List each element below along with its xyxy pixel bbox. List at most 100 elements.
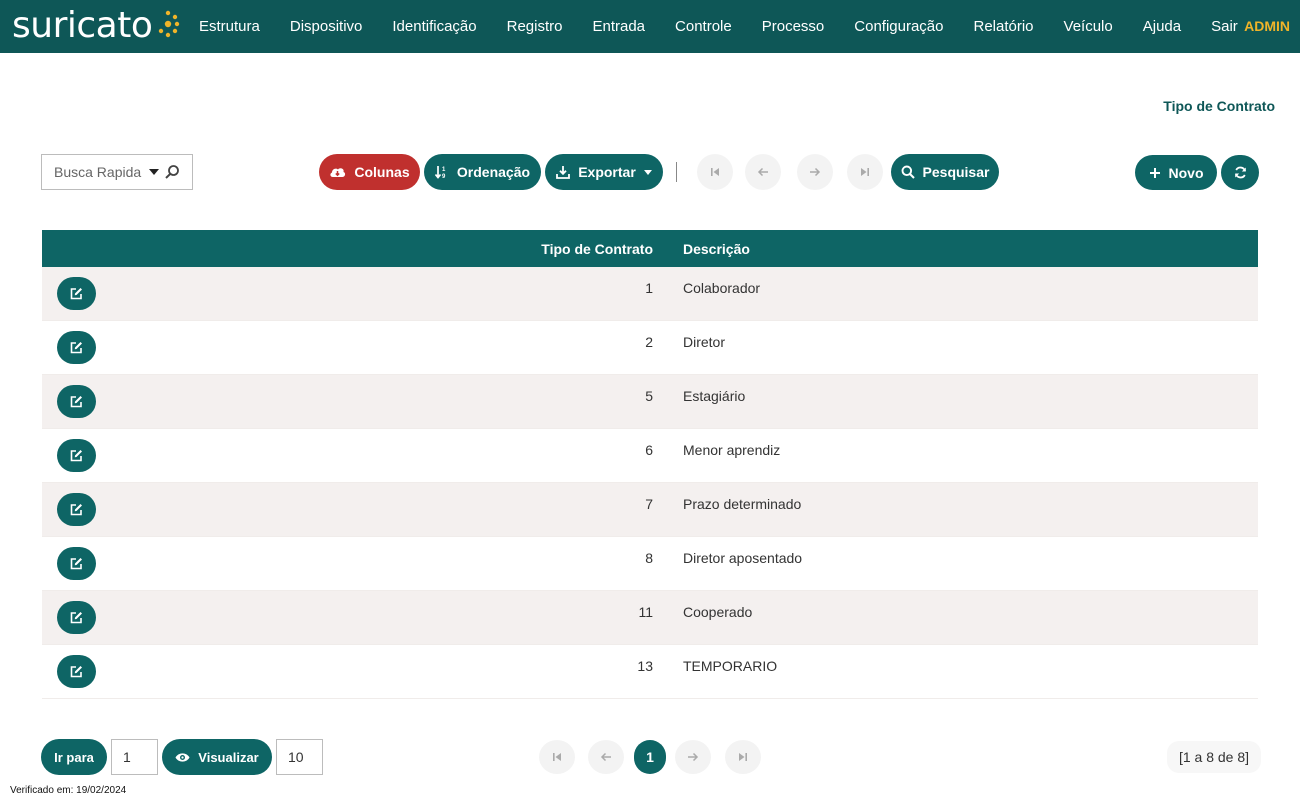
new-button[interactable]: Novo (1135, 155, 1217, 190)
edit-button[interactable] (57, 493, 96, 526)
edit-button[interactable] (57, 655, 96, 688)
first-page-icon (711, 168, 719, 176)
column-header-code[interactable]: Tipo de Contrato (541, 241, 653, 257)
nav-item-estrutura[interactable]: Estrutura (184, 18, 275, 35)
view-label: Visualizar (198, 749, 259, 765)
edit-icon (70, 342, 82, 354)
new-label: Novo (1168, 164, 1204, 181)
cell-description: Diretor aposentado (683, 550, 803, 566)
page-title: Tipo de Contrato (1163, 98, 1275, 114)
edit-icon (70, 288, 82, 300)
columns-label: Colunas (354, 164, 410, 180)
table-row[interactable]: 7 Prazo determinado (42, 483, 1258, 537)
cell-code: 8 (645, 550, 653, 566)
edit-button[interactable] (57, 547, 96, 580)
cell-code: 2 (645, 334, 653, 350)
search-label: Pesquisar (922, 164, 990, 180)
edit-button[interactable] (57, 331, 96, 364)
edit-button[interactable] (57, 385, 96, 418)
prev-button[interactable] (745, 154, 781, 190)
first-page-icon (553, 753, 561, 761)
caret-down-icon (643, 169, 652, 175)
pager-last-button[interactable] (725, 740, 761, 774)
goto-page-input[interactable]: 1 (111, 739, 158, 775)
nav-item-configuracao[interactable]: Configuração (839, 18, 958, 35)
table-row[interactable]: 8 Diretor aposentado (42, 537, 1258, 591)
nav-item-dispositivo[interactable]: Dispositivo (275, 18, 378, 35)
prev-icon (757, 167, 768, 177)
cell-code: 13 (637, 658, 653, 674)
export-label: Exportar (578, 164, 636, 180)
nav-item-controle[interactable]: Controle (660, 18, 747, 35)
nav-item-processo[interactable]: Processo (747, 18, 840, 35)
edit-button[interactable] (57, 277, 96, 310)
cell-description: Menor aprendiz (683, 442, 781, 458)
cell-code: 11 (638, 604, 653, 620)
table-row[interactable]: 11 Cooperado (42, 591, 1258, 645)
table-header: Tipo de Contrato Descrição (42, 230, 1258, 267)
table-row[interactable]: 5 Estagiário (42, 375, 1258, 429)
edit-icon (70, 612, 82, 624)
cell-description: Prazo determinado (683, 496, 802, 512)
export-button[interactable]: Exportar (545, 154, 663, 190)
search-icon[interactable] (164, 164, 180, 180)
edit-button[interactable] (57, 439, 96, 472)
next-icon (810, 167, 821, 177)
cell-description: Colaborador (683, 280, 761, 296)
nav-item-relatorio[interactable]: Relatório (959, 18, 1049, 35)
cell-description: Estagiário (683, 388, 746, 404)
contract-type-table: Tipo de Contrato Descrição 1 Colaborador… (42, 230, 1258, 699)
column-header-description[interactable]: Descrição (683, 241, 750, 257)
sort-icon: 1 9 (434, 166, 446, 179)
quick-search-input[interactable]: Busca Rapida (41, 154, 193, 190)
edit-icon (70, 450, 82, 462)
table-row[interactable]: 1 Colaborador (42, 267, 1258, 321)
next-icon (688, 752, 699, 762)
refresh-icon (1234, 166, 1246, 179)
goto-page-button[interactable]: Ir para (41, 739, 107, 775)
cell-description: Diretor (683, 334, 726, 350)
search-button[interactable]: Pesquisar (891, 154, 999, 190)
pager-first-button[interactable] (539, 740, 575, 774)
pager-prev-button[interactable] (588, 740, 624, 774)
table-row[interactable]: 13 TEMPORARIO (42, 645, 1258, 699)
logo[interactable]: suricato (12, 5, 180, 47)
cell-description: TEMPORARIO (683, 658, 778, 674)
pager-next-button[interactable] (675, 740, 711, 774)
logo-dots-icon (159, 10, 180, 38)
edit-icon (70, 558, 82, 570)
search-icon (901, 165, 915, 179)
plus-icon (1149, 167, 1160, 178)
logo-text: suricato (12, 5, 153, 46)
edit-button[interactable] (57, 601, 96, 634)
nav-item-entrada[interactable]: Entrada (577, 18, 660, 35)
prev-icon (600, 752, 611, 762)
columns-button[interactable]: Colunas (319, 154, 420, 190)
table-row[interactable]: 6 Menor aprendiz (42, 429, 1258, 483)
page-size-input[interactable]: 10 (276, 739, 323, 775)
sort-label: Ordenação (456, 164, 531, 180)
edit-icon (70, 396, 82, 408)
eye-icon (175, 752, 190, 762)
sort-button[interactable]: 1 9 Ordenação (424, 154, 541, 190)
quick-search-placeholder: Busca Rapida (54, 164, 142, 180)
nav-item-ajuda[interactable]: Ajuda (1128, 18, 1196, 35)
user-menu[interactable]: ADMIN (1244, 18, 1290, 34)
edit-icon (70, 666, 82, 678)
goto-page-label: Ir para (54, 749, 94, 765)
top-navbar: suricato Estrutura Dispositivo Identific… (0, 0, 1300, 53)
cell-code: 5 (645, 388, 653, 404)
main-menu: Estrutura Dispositivo Identificação Regi… (184, 0, 1253, 53)
table-row[interactable]: 2 Diretor (42, 321, 1258, 375)
nav-item-registro[interactable]: Registro (492, 18, 578, 35)
last-page-button[interactable] (847, 154, 883, 190)
view-button[interactable]: Visualizar (162, 739, 272, 775)
first-page-button[interactable] (697, 154, 733, 190)
nav-item-veiculo[interactable]: Veículo (1049, 18, 1128, 35)
caret-down-icon[interactable] (149, 169, 159, 175)
nav-item-identificacao[interactable]: Identificação (377, 18, 491, 35)
cell-code: 7 (645, 496, 653, 512)
pager-current-page[interactable]: 1 (634, 740, 666, 774)
refresh-button[interactable] (1221, 155, 1259, 190)
next-button[interactable] (797, 154, 833, 190)
